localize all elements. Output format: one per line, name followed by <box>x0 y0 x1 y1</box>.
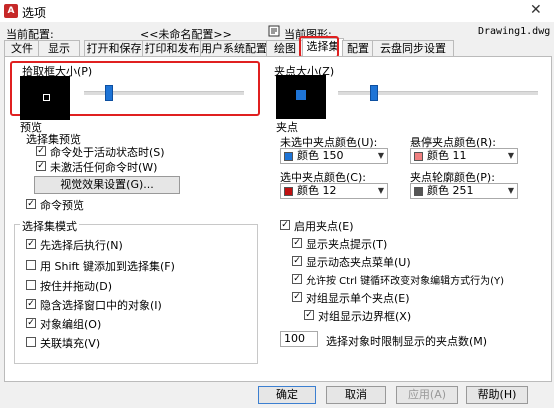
gripsize-preview <box>276 75 326 119</box>
hover-color-swatch <box>414 152 423 161</box>
grip-tips-checkbox[interactable]: ✓ <box>292 238 302 248</box>
pickbox-slider[interactable] <box>105 85 113 101</box>
close-icon[interactable]: ✕ <box>530 2 542 18</box>
apply-button[interactable]: 应用(A) <box>396 386 458 404</box>
selected-color-text: 颜色 12 <box>297 184 337 197</box>
grip-tips-label: 显示夹点提示(T) <box>306 238 388 251</box>
app-logo-icon: A <box>4 4 18 18</box>
dynamic-grip-menu-label: 显示动态夹点菜单(U) <box>306 256 411 269</box>
hover-color-text: 颜色 11 <box>427 149 467 162</box>
implied-window-label: 隐含选择窗口中的对象(I) <box>40 299 162 312</box>
ok-button[interactable]: 确定 <box>258 386 316 404</box>
ctrl-cycle-checkbox[interactable]: ✓ <box>292 274 302 284</box>
unselected-grip-color-select[interactable]: 颜色 150 ▼ <box>280 148 388 164</box>
pickbox-preview <box>20 76 70 120</box>
chevron-down-icon: ▼ <box>377 151 384 160</box>
group-single-grip-label: 对组显示单个夹点(E) <box>306 292 410 305</box>
command-preview-label: 命令预览 <box>40 199 84 212</box>
cancel-button[interactable]: 取消 <box>326 386 386 404</box>
group-bbox-checkbox[interactable]: ✓ <box>304 310 314 320</box>
hover-grip-color-select[interactable]: 颜色 11 ▼ <box>410 148 518 164</box>
object-group-checkbox[interactable]: ✓ <box>26 318 36 328</box>
title-bar: A 选项 ✕ <box>0 0 554 22</box>
selected-grip-color-select[interactable]: 颜色 12 ▼ <box>280 183 388 199</box>
group-single-grip-checkbox[interactable]: ✓ <box>292 292 302 302</box>
ctrl-cycle-label: 允许按 Ctrl 键循环改变对象编辑方式行为(Y) <box>306 276 505 287</box>
preview-idle-checkbox[interactable]: ✓ <box>36 161 46 171</box>
selected-color-swatch <box>284 187 293 196</box>
gripsize-track <box>338 91 538 95</box>
selection-modes-label: 选择集模式 <box>20 218 79 234</box>
gripsize-slider[interactable] <box>370 85 378 101</box>
current-drawing-value: Drawing1.dwg <box>478 26 551 37</box>
chevron-down-icon: ▼ <box>507 151 514 160</box>
grip-limit-label: 选择对象时限制显示的夹点数(M) <box>326 335 488 348</box>
tab-display[interactable]: 显示 <box>38 40 80 56</box>
dynamic-grip-menu-checkbox[interactable]: ✓ <box>292 256 302 266</box>
assoc-hatch-checkbox[interactable] <box>26 337 36 347</box>
window-title: 选项 <box>22 6 47 20</box>
preview-active-label: 命令处于活动状态时(S) <box>50 146 165 159</box>
command-preview-checkbox[interactable]: ✓ <box>26 199 36 209</box>
chevron-down-icon: ▼ <box>377 186 384 195</box>
tab-plot-publish[interactable]: 打印和发布 <box>142 40 202 56</box>
tab-cloud-sync[interactable]: 云盘同步设置 <box>372 40 454 56</box>
shift-add-label: 用 Shift 键添加到选择集(F) <box>40 260 175 273</box>
tab-files[interactable]: 文件 <box>4 40 40 56</box>
contour-grip-color-select[interactable]: 颜色 251 ▼ <box>410 183 518 199</box>
tab-open-save[interactable]: 打开和保存 <box>84 40 144 56</box>
grip-limit-input[interactable]: 100 <box>280 331 318 347</box>
assoc-hatch-label: 关联填充(V) <box>40 337 101 350</box>
noun-verb-checkbox[interactable]: ✓ <box>26 239 36 249</box>
press-drag-checkbox[interactable] <box>26 280 36 290</box>
contour-color-text: 颜色 251 <box>427 184 474 197</box>
enable-grips-label: 启用夹点(E) <box>294 220 354 233</box>
unselected-color-text: 颜色 150 <box>297 149 344 162</box>
object-group-label: 对象编组(O) <box>40 318 102 331</box>
press-drag-label: 按住并拖动(D) <box>40 280 113 293</box>
contour-color-swatch <box>414 187 423 196</box>
shift-add-checkbox[interactable] <box>26 260 36 270</box>
enable-grips-checkbox[interactable]: ✓ <box>280 220 290 230</box>
preview-active-checkbox[interactable]: ✓ <box>36 146 46 156</box>
drawing-icon <box>268 25 280 37</box>
grips-group-label: 夹点 <box>276 121 298 134</box>
tab-profiles[interactable]: 配置 <box>342 40 374 56</box>
grip-limit-value: 100 <box>284 332 305 345</box>
chevron-down-icon: ▼ <box>507 186 514 195</box>
group-bbox-label: 对组显示边界框(X) <box>318 310 412 323</box>
implied-window-checkbox[interactable]: ✓ <box>26 299 36 309</box>
noun-verb-label: 先选择后执行(N) <box>40 239 123 252</box>
tab-strip: 文件 显示 打开和保存 打印和发布 用户系统配置 绘图 选择集 配置 云盘同步设… <box>4 38 550 56</box>
visual-effect-settings-button[interactable]: 视觉效果设置(G)... <box>34 176 180 194</box>
preview-idle-label: 未激活任何命令时(W) <box>50 161 158 174</box>
unselected-color-swatch <box>284 152 293 161</box>
tab-highlight <box>299 36 339 58</box>
help-button[interactable]: 帮助(H) <box>466 386 528 404</box>
tab-user-prefs[interactable]: 用户系统配置 <box>200 40 268 56</box>
